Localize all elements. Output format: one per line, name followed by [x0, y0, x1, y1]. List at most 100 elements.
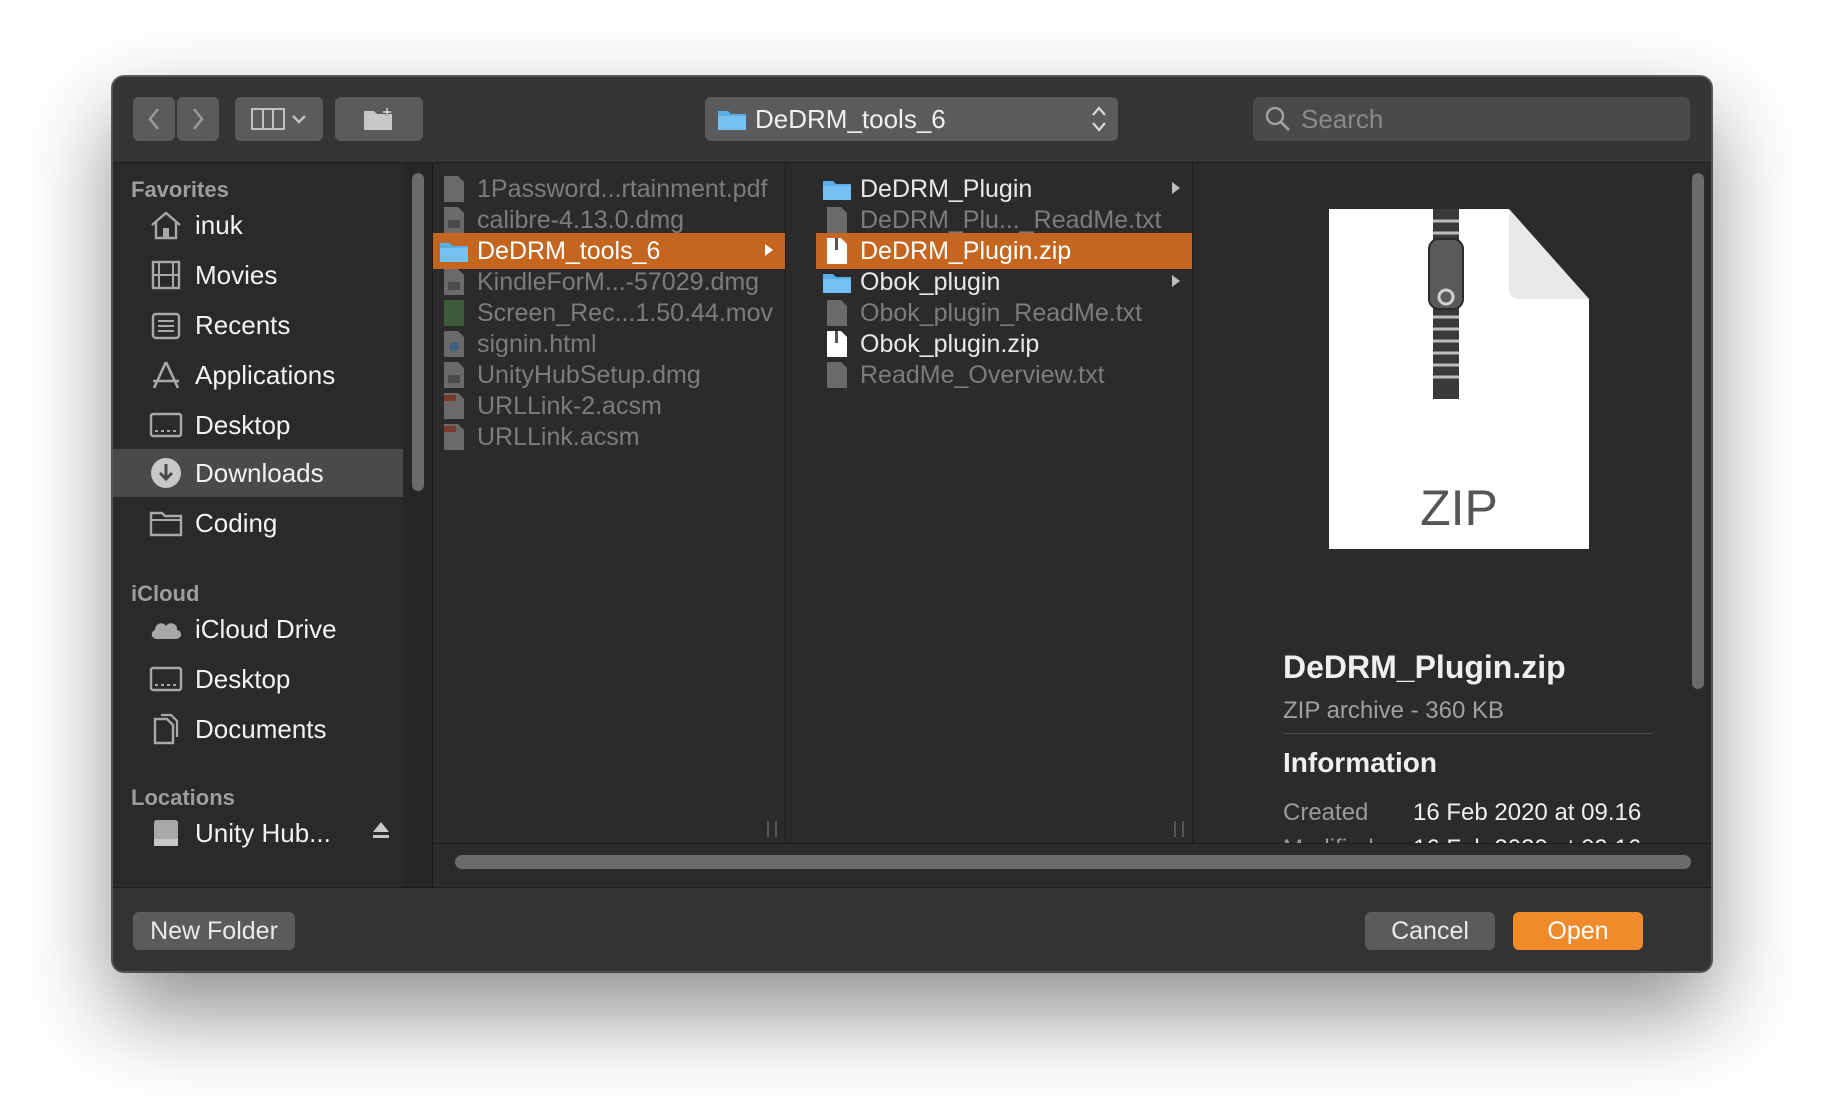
file-name: DeDRM_Plu..._ReadMe.txt	[860, 205, 1162, 234]
toolbar: DeDRM_tools_6 Search	[113, 77, 1711, 163]
folder-name: DeDRM_Plugin	[860, 174, 1033, 203]
column-resize-handle[interactable]	[767, 821, 777, 837]
folder-icon	[718, 111, 746, 130]
folder-icon	[439, 236, 469, 266]
browser-column-downloads: 1Password...rtainment.pdf calibre-4.13.0…	[433, 163, 786, 843]
sidebar-item-unity-hub[interactable]: Unity Hub...	[113, 809, 403, 857]
preview-scrollbar[interactable]	[1683, 163, 1711, 843]
sidebar-item-icloud-drive[interactable]: iCloud Drive	[113, 605, 403, 653]
film-icon	[147, 258, 185, 292]
cancel-button[interactable]: Cancel	[1365, 912, 1495, 950]
zip-file-icon	[822, 329, 852, 359]
sidebar: Favorites inuk Movies Recents Applicatio…	[113, 163, 403, 887]
preview-filename: DeDRM_Plugin.zip	[1283, 649, 1566, 685]
scroll-thumb[interactable]	[412, 173, 424, 491]
zip-document-icon: ZIP	[1329, 209, 1589, 554]
cloud-icon	[147, 612, 185, 646]
html-file-icon	[439, 329, 469, 359]
sidebar-scrollbar[interactable]	[403, 163, 433, 887]
documents-icon	[147, 712, 185, 746]
download-icon	[147, 456, 185, 490]
sidebar-header-locations: Locations	[131, 785, 235, 810]
file-name: URLLink.acsm	[477, 422, 640, 451]
list-item[interactable]: URLLink.acsm	[433, 419, 785, 455]
up-down-chevron-icon	[1092, 106, 1106, 132]
file-name: UnityHubSetup.dmg	[477, 360, 701, 389]
home-icon	[147, 208, 185, 242]
sidebar-item-label: Coding	[195, 507, 278, 538]
new-folder-button[interactable]: New Folder	[133, 912, 295, 950]
folder-icon	[822, 174, 852, 204]
list-item[interactable]: ReadMe_Overview.txt	[816, 357, 1192, 393]
sidebar-header-icloud: iCloud	[131, 581, 200, 606]
sidebar-item-applications[interactable]: Applications	[113, 351, 403, 399]
columns-view-icon	[251, 108, 285, 130]
sidebar-item-label: Documents	[195, 713, 327, 744]
zip-file-icon	[822, 236, 852, 266]
dmg-file-icon	[439, 205, 469, 235]
forward-button[interactable]	[177, 97, 219, 141]
sidebar-item-icloud-desktop[interactable]: Desktop	[113, 655, 403, 703]
chevron-down-icon	[292, 115, 306, 124]
applications-icon	[147, 358, 185, 392]
movie-file-icon	[439, 298, 469, 328]
folder-name: DeDRM_tools_6	[477, 236, 661, 265]
sidebar-item-inuk[interactable]: inuk	[113, 201, 403, 249]
disclosure-arrow-icon	[765, 244, 773, 256]
file-name: KindleForM...-57029.dmg	[477, 267, 760, 296]
search-placeholder: Search	[1301, 103, 1384, 134]
sidebar-item-coding[interactable]: Coding	[113, 499, 403, 547]
information-header: Information	[1283, 747, 1437, 778]
sidebar-header-favorites: Favorites	[131, 177, 229, 202]
sidebar-item-desktop[interactable]: Desktop	[113, 401, 403, 449]
preview-kind: ZIP archive - 360 KB	[1283, 697, 1504, 724]
open-button[interactable]: Open	[1513, 912, 1643, 950]
file-name: ReadMe_Overview.txt	[860, 360, 1105, 389]
file-name: 1Password...rtainment.pdf	[477, 174, 768, 203]
sidebar-item-downloads[interactable]: Downloads	[113, 449, 403, 497]
acsm-file-icon	[439, 422, 469, 452]
created-label: Created	[1283, 799, 1369, 826]
file-name: calibre-4.13.0.dmg	[477, 205, 685, 234]
zip-label: ZIP	[1420, 480, 1498, 536]
path-popup[interactable]: DeDRM_tools_6	[705, 97, 1118, 141]
eject-icon[interactable]	[371, 817, 391, 848]
sidebar-item-label: Movies	[195, 259, 278, 290]
file-name: signin.html	[477, 329, 597, 358]
sidebar-item-recents[interactable]: Recents	[113, 301, 403, 349]
folder-icon	[147, 506, 185, 540]
new-folder-toolbar-button[interactable]	[335, 97, 423, 141]
pdf-file-icon	[439, 174, 469, 204]
browser-column-dedrm-tools: DeDRM_Plugin DeDRM_Plu..._ReadMe.txt DeD…	[816, 163, 1193, 843]
folder-icon	[822, 267, 852, 297]
sidebar-item-label: Desktop	[195, 663, 291, 694]
horizontal-scrollbar[interactable]	[433, 843, 1711, 887]
acsm-file-icon	[439, 391, 469, 421]
file-name: Obok_plugin_ReadMe.txt	[860, 298, 1143, 327]
sidebar-item-movies[interactable]: Movies	[113, 251, 403, 299]
view-mode-button[interactable]	[235, 97, 323, 141]
sidebar-item-documents[interactable]: Documents	[113, 705, 403, 753]
search-icon	[1265, 106, 1290, 131]
chevron-left-icon	[148, 108, 159, 130]
search-field[interactable]: Search	[1253, 97, 1690, 141]
column-resize-handle[interactable]	[1174, 821, 1184, 837]
new-folder-icon	[364, 108, 392, 130]
desktop-icon	[147, 662, 185, 696]
open-file-dialog: DeDRM_tools_6 Search Favorites inuk Movi…	[112, 76, 1712, 972]
scroll-thumb[interactable]	[1692, 173, 1704, 689]
scroll-thumb[interactable]	[455, 855, 1691, 869]
sidebar-item-label: Unity Hub...	[195, 817, 331, 848]
text-file-icon	[822, 360, 852, 390]
sidebar-item-label: Applications	[195, 359, 336, 390]
path-popup-label: DeDRM_tools_6	[755, 103, 946, 134]
clock-stack-icon	[147, 308, 185, 342]
dmg-file-icon	[439, 360, 469, 390]
chevron-right-icon	[193, 108, 204, 130]
back-button[interactable]	[133, 97, 175, 141]
file-name: URLLink-2.acsm	[477, 391, 662, 420]
created-value: 16 Feb 2020 at 09.16	[1413, 799, 1642, 826]
sidebar-item-label: inuk	[195, 209, 243, 240]
divider	[1283, 733, 1653, 734]
file-name: Obok_plugin.zip	[860, 329, 1040, 358]
